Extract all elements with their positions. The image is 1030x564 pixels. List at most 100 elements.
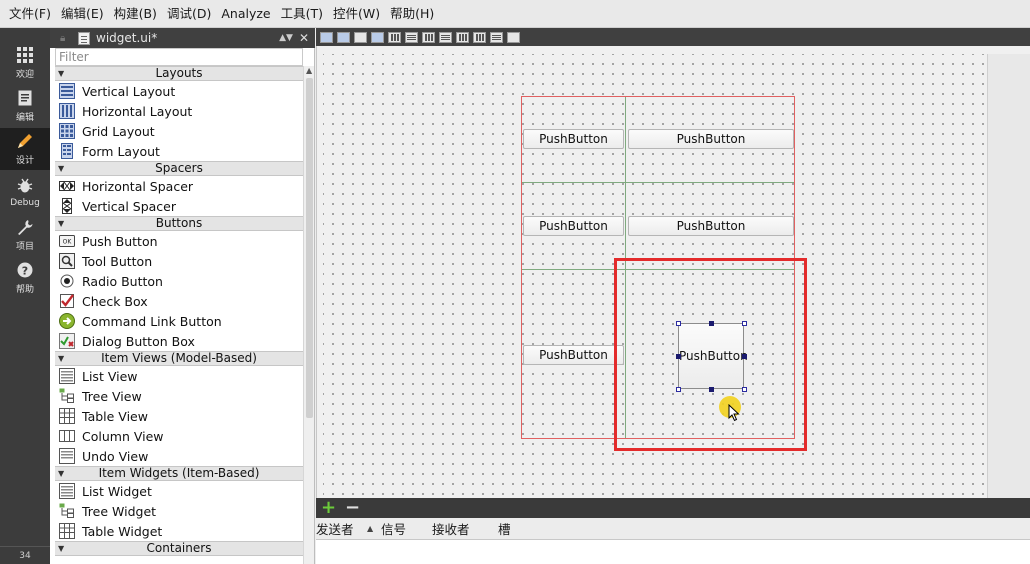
form-surface[interactable]: PushButton PushButton PushButton PushBut… xyxy=(323,54,987,496)
collapse-arrow-icon[interactable]: ▼ xyxy=(58,467,64,480)
widget-horizontal-layout[interactable]: Horizontal Layout xyxy=(55,101,303,121)
widget-list: ▼ Layouts Vertical Layout Horizontal Layo… xyxy=(55,66,303,556)
signal-slot-list[interactable] xyxy=(316,540,1030,564)
add-connection-button[interactable]: + xyxy=(321,499,341,517)
collapse-arrow-icon[interactable]: ▼ xyxy=(58,542,64,555)
svg-text:?: ? xyxy=(22,265,28,278)
category-spacers[interactable]: ▼ Spacers xyxy=(55,161,303,176)
mode-label: 编辑 xyxy=(15,113,34,123)
category-label: Containers xyxy=(146,541,212,555)
widget-grid-layout[interactable]: Grid Layout xyxy=(55,121,303,141)
list-widget-icon xyxy=(59,483,75,499)
push-button[interactable]: PushButton xyxy=(628,129,794,149)
push-button[interactable]: PushButton xyxy=(523,345,624,365)
adjust-size-icon[interactable] xyxy=(507,31,520,43)
edit-tab-order-icon[interactable] xyxy=(371,31,384,43)
column-signal[interactable]: 信号 xyxy=(381,519,406,538)
pencil-icon xyxy=(16,132,34,150)
form-layout-icon xyxy=(59,143,75,159)
document-title[interactable]: widget.ui* xyxy=(96,31,157,45)
grid-row-line xyxy=(522,182,794,183)
widget-box-scrollbar[interactable]: ▲ xyxy=(303,66,314,564)
push-button[interactable]: PushButton xyxy=(523,216,624,236)
scroll-up-icon[interactable]: ▲ xyxy=(306,66,312,75)
layout-vertically-icon[interactable] xyxy=(405,31,418,43)
category-layouts[interactable]: ▼ Layouts xyxy=(55,66,303,81)
menu-tools[interactable]: 工具(T) xyxy=(276,0,328,28)
vertical-spacer-icon xyxy=(59,198,75,214)
column-sender[interactable]: 发送者 xyxy=(316,519,354,538)
menu-debug[interactable]: 调试(D) xyxy=(162,0,216,28)
mode-edit[interactable]: 编辑 xyxy=(0,85,50,127)
push-button[interactable]: PushButton xyxy=(628,216,794,236)
scroll-thumb[interactable] xyxy=(306,78,313,418)
widget-vertical-spacer[interactable]: Vertical Spacer xyxy=(55,196,303,216)
widget-list-view[interactable]: List View xyxy=(55,366,303,386)
collapse-arrow-icon[interactable]: ▼ xyxy=(58,217,64,230)
widget-push-button[interactable]: OK Push Button xyxy=(55,231,303,251)
widget-tool-button[interactable]: Tool Button xyxy=(55,251,303,271)
mode-welcome[interactable]: 欢迎 xyxy=(0,42,50,84)
push-button[interactable]: PushButton xyxy=(523,129,624,149)
widget-check-box[interactable]: Check Box xyxy=(55,291,303,311)
layout-grid-icon[interactable] xyxy=(473,31,486,43)
switch-arrows-icon[interactable]: ▲▼ xyxy=(279,33,293,43)
mode-debug[interactable]: Debug xyxy=(0,171,50,213)
sort-ascending-icon[interactable]: ▲ xyxy=(367,524,373,533)
widget-tree-view[interactable]: Tree View xyxy=(55,386,303,406)
layout-horizontal-splitter-icon[interactable] xyxy=(422,31,435,43)
widget-list-widget[interactable]: List Widget xyxy=(55,481,303,501)
mode-design[interactable]: 设计 xyxy=(0,128,50,170)
column-slot[interactable]: 槽 xyxy=(498,519,511,538)
widget-dialog-button-box[interactable]: Dialog Button Box xyxy=(55,331,303,351)
widget-column-view[interactable]: Column View xyxy=(55,426,303,446)
widget-table-widget[interactable]: Table Widget xyxy=(55,521,303,541)
layout-vertical-splitter-icon[interactable] xyxy=(439,31,452,43)
menu-build[interactable]: 构建(B) xyxy=(109,0,162,28)
menu-edit[interactable]: 编辑(E) xyxy=(56,0,109,28)
remove-connection-button[interactable]: − xyxy=(345,499,365,517)
widget-label: Tree View xyxy=(82,388,142,404)
mode-help[interactable]: ? 帮助 xyxy=(0,257,50,299)
category-item-views[interactable]: ▼ Item Views (Model-Based) xyxy=(55,351,303,366)
filter-input[interactable]: Filter xyxy=(55,48,303,66)
menu-controls[interactable]: 控件(W) xyxy=(328,0,385,28)
close-icon[interactable]: ✕ xyxy=(299,31,309,45)
widget-table-view[interactable]: Table View xyxy=(55,406,303,426)
horizontal-layout-icon xyxy=(59,103,75,119)
menu-help[interactable]: 帮助(H) xyxy=(385,0,439,28)
edit-signals-slots-icon[interactable] xyxy=(337,31,350,43)
category-label: Item Widgets (Item-Based) xyxy=(98,466,260,480)
column-view-icon xyxy=(59,428,75,444)
collapse-arrow-icon[interactable]: ▼ xyxy=(58,352,64,365)
menu-analyze[interactable]: Analyze xyxy=(216,0,275,28)
tool-button-icon xyxy=(59,253,75,269)
layout-horizontally-icon[interactable] xyxy=(388,31,401,43)
layout-form-icon[interactable] xyxy=(456,31,469,43)
widget-command-link-button[interactable]: Command Link Button xyxy=(55,311,303,331)
menu-file[interactable]: 文件(F) xyxy=(4,0,56,28)
category-containers[interactable]: ▼ Containers xyxy=(55,541,303,556)
category-label: Item Views (Model-Based) xyxy=(101,351,257,365)
widget-vertical-layout[interactable]: Vertical Layout xyxy=(55,81,303,101)
table-widget-icon xyxy=(59,523,75,539)
category-buttons[interactable]: ▼ Buttons xyxy=(55,216,303,231)
mode-label: 项目 xyxy=(15,242,34,252)
collapse-arrow-icon[interactable]: ▼ xyxy=(58,162,64,175)
edit-buddies-icon[interactable] xyxy=(354,31,367,43)
widget-horizontal-spacer[interactable]: Horizontal Spacer xyxy=(55,176,303,196)
widget-form-layout[interactable]: Form Layout xyxy=(55,141,303,161)
widget-radio-button[interactable]: Radio Button xyxy=(55,271,303,291)
column-receiver[interactable]: 接收者 xyxy=(432,519,470,538)
vertical-layout-icon xyxy=(59,83,75,99)
widget-undo-view[interactable]: Undo View xyxy=(55,446,303,466)
category-item-widgets[interactable]: ▼ Item Widgets (Item-Based) xyxy=(55,466,303,481)
widget-tree-widget[interactable]: Tree Widget xyxy=(55,501,303,521)
mode-projects[interactable]: 项目 xyxy=(0,214,50,256)
break-layout-icon[interactable] xyxy=(490,31,503,43)
widget-label: Grid Layout xyxy=(82,123,155,139)
collapse-arrow-icon[interactable]: ▼ xyxy=(58,67,64,80)
widget-label: Vertical Spacer xyxy=(82,198,176,214)
edit-widgets-icon[interactable] xyxy=(320,31,333,43)
widget-label: Dialog Button Box xyxy=(82,333,195,349)
